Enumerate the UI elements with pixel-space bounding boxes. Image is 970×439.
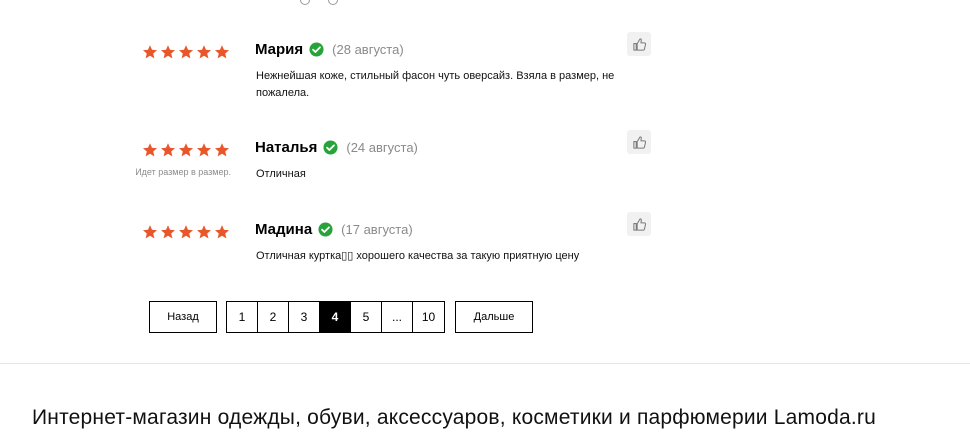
star-icon (143, 143, 157, 157)
star-icon (197, 143, 211, 157)
page-link-3[interactable]: 3 (289, 302, 320, 332)
footer-title: Интернет-магазин одежды, обуви, аксессуа… (32, 406, 876, 429)
review-text: Отличная куртка▯▯ хорошего качества за т… (256, 250, 580, 262)
page-link-ellipsis[interactable]: ... (382, 302, 413, 332)
like-button[interactable] (627, 130, 651, 154)
page-link-current[interactable]: 4 (320, 302, 351, 332)
like-button[interactable] (627, 32, 651, 56)
check-circle-icon (309, 42, 324, 57)
star-icon (179, 45, 193, 59)
review-date: (17 августа) (341, 222, 413, 237)
page-link-10[interactable]: 10 (413, 302, 444, 332)
check-circle-icon (318, 222, 333, 237)
star-icon (143, 45, 157, 59)
page-link-1[interactable]: 1 (227, 302, 258, 332)
review-header: Наталья (24 августа) (255, 139, 418, 156)
check-circle-icon (323, 140, 338, 155)
thumbs-up-icon (632, 217, 646, 231)
fit-note: Идет размер в размер. (135, 167, 231, 177)
review-text: Отличная (256, 168, 306, 180)
page-link-5[interactable]: 5 (351, 302, 382, 332)
star-icon (215, 45, 229, 59)
star-icon (161, 225, 175, 239)
review-header: Мария (28 августа) (255, 41, 404, 58)
previous-review-remnant (300, 0, 360, 5)
page-numbers: 1 2 3 4 5 ... 10 (226, 301, 445, 333)
star-icon (161, 143, 175, 157)
review-text: Нежнейшая коже, стильный фасон чуть овер… (256, 70, 615, 99)
review-date: (24 августа) (346, 140, 418, 155)
next-page-button[interactable]: Дальше (455, 301, 533, 333)
star-icon (215, 225, 229, 239)
page-link-2[interactable]: 2 (258, 302, 289, 332)
review-author: Наталья (255, 139, 318, 156)
star-icon (197, 225, 211, 239)
review-author: Мадина (255, 221, 313, 238)
rating-stars (142, 44, 232, 60)
star-icon (143, 225, 157, 239)
star-icon (179, 225, 193, 239)
thumbs-up-icon (632, 37, 646, 51)
rating-stars (142, 142, 232, 158)
review-date: (28 августа) (332, 42, 404, 57)
prev-page-button[interactable]: Назад (149, 301, 217, 333)
thumbs-up-icon (632, 135, 646, 149)
review-header: Мадина (17 августа) (255, 221, 413, 238)
star-icon (197, 45, 211, 59)
star-icon (215, 143, 229, 157)
review-author: Мария (255, 41, 304, 58)
like-button[interactable] (627, 212, 651, 236)
rating-stars (142, 224, 232, 240)
footer-divider (0, 363, 970, 364)
star-icon (161, 45, 175, 59)
star-icon (179, 143, 193, 157)
